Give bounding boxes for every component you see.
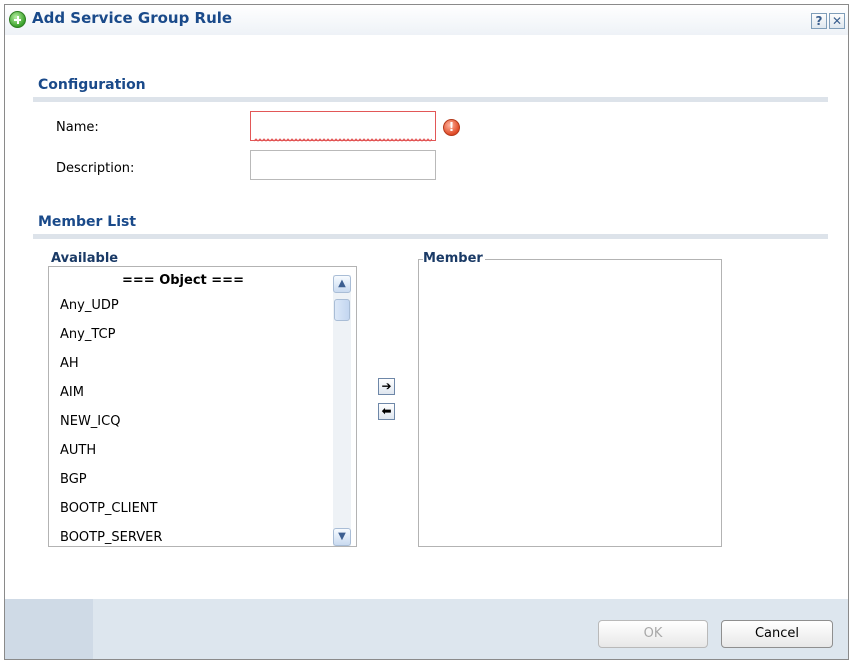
add-circle-icon [9,11,26,28]
name-label: Name: [56,120,99,135]
list-item-bgp[interactable]: BGP [60,472,87,487]
remove-from-member-button[interactable]: ⬅ [378,403,395,420]
list-item-any-udp[interactable]: Any_UDP [60,298,119,313]
scroll-up-icon[interactable]: ▲ [333,275,351,293]
footer-left-panel [5,599,93,659]
configuration-section-divider [33,97,828,102]
list-item-aim[interactable]: AIM [60,385,84,400]
member-list-section-title: Member List [38,214,137,230]
available-listbox[interactable]: === Object === Any_UDP Any_TCP AH AIM NE… [52,273,356,546]
error-icon: ! [443,119,460,136]
member-legend: Member [423,251,485,266]
add-service-group-rule-dialog: Add Service Group Rule ? ✕ Configuration… [4,4,849,660]
add-to-member-button[interactable]: ➔ [378,378,395,395]
available-legend: Available [51,251,121,266]
list-item-any-tcp[interactable]: Any_TCP [60,327,115,342]
help-button[interactable]: ? [811,13,827,29]
list-item-auth[interactable]: AUTH [60,443,96,458]
scroll-down-icon[interactable]: ▼ [333,528,351,546]
list-item-bootp-client[interactable]: BOOTP_CLIENT [60,501,157,516]
description-input[interactable] [250,150,436,180]
list-item-bootp-server[interactable]: BOOTP_SERVER [60,530,162,545]
configuration-section-title: Configuration [38,77,146,93]
member-list-section-divider [33,234,828,239]
error-squiggle [254,138,432,142]
dialog-titlebar: Add Service Group Rule ? ✕ [5,5,848,35]
member-listbox[interactable] [421,271,719,543]
list-item-new-icq[interactable]: NEW_ICQ [60,414,120,429]
close-button[interactable]: ✕ [829,13,845,29]
list-header: === Object === [122,273,244,288]
available-scrollbar[interactable]: ▲ ▼ [333,275,351,546]
cancel-button[interactable]: Cancel [721,620,833,648]
dialog-title: Add Service Group Rule [32,9,233,27]
list-item-ah[interactable]: AH [60,356,79,371]
scroll-thumb[interactable] [334,299,350,321]
ok-button[interactable]: OK [598,620,708,648]
name-input[interactable] [250,111,436,141]
description-label: Description: [56,161,135,176]
